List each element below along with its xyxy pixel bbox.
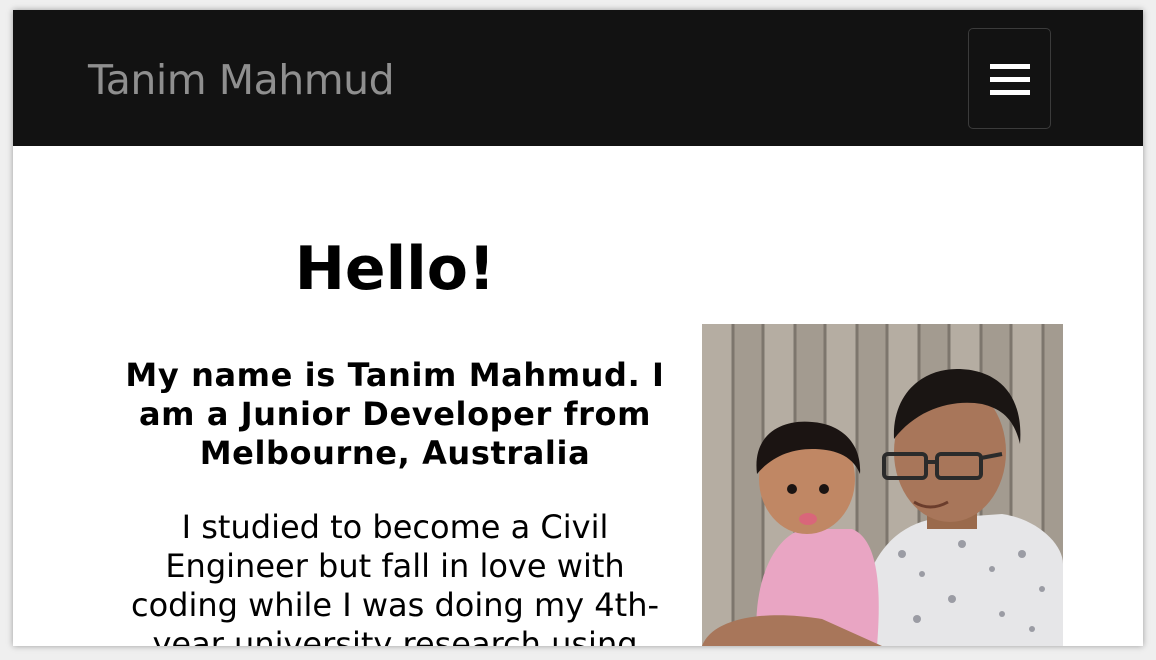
intro-text: My name is Tanim Mahmud. I am a Junior D… xyxy=(125,356,665,472)
brand-link[interactable]: Tanim Mahmud xyxy=(88,52,395,108)
menu-toggle-button[interactable] xyxy=(968,28,1051,129)
bio-text: I studied to become a Civil Engineer but… xyxy=(130,508,660,646)
page-heading: Hello! xyxy=(294,234,496,304)
navbar: Tanim Mahmud xyxy=(13,10,1143,146)
profile-photo xyxy=(702,324,1063,646)
browser-viewport: Tanim Mahmud Hello! My name is Tanim Mah… xyxy=(13,10,1143,646)
